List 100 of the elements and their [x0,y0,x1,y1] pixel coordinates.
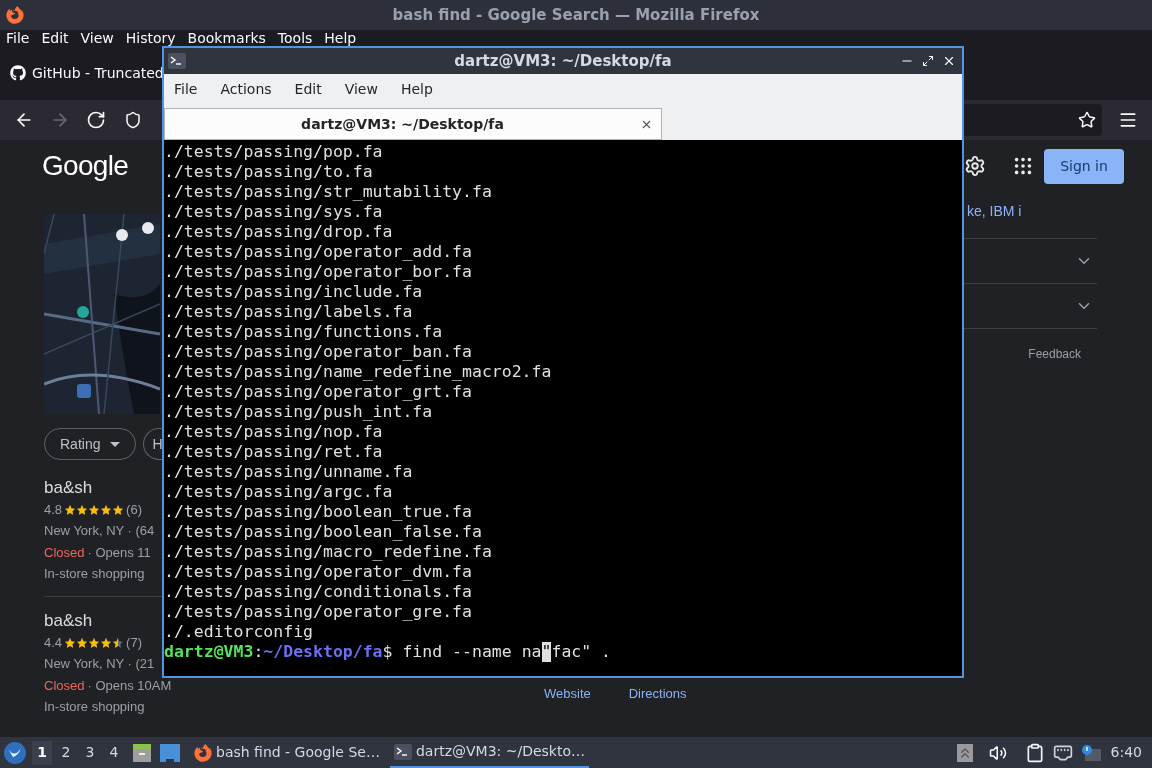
menu-item[interactable]: View [344,78,378,100]
terminal-line: ./tests/passing/operator_add.fa [164,242,473,262]
star-icon [88,504,101,516]
terminal-line: ./tests/passing/operator_bor.fa [164,262,473,282]
terminal-line: ./tests/passing/ret.fa [164,442,384,462]
place-name[interactable]: ba&sh [44,476,93,500]
bookmark-star-icon[interactable] [1078,111,1096,129]
window-title: dartz@VM3: ~/Desktop/fa [453,50,673,72]
feedback-link[interactable]: Feedback [1028,345,1081,363]
maximize-button[interactable] [922,55,934,67]
place-location: New York, NY · (64 [44,522,155,540]
star-icon [64,504,77,516]
open-status: Closed [44,677,85,695]
star-icon [88,637,101,649]
terminal-line: ./tests/passing/macro_redefine.fa [164,542,493,562]
menu-item[interactable]: Help [400,78,433,100]
menu-item[interactable]: File [174,78,198,100]
opening-hours: · Opens 11 [87,544,151,562]
action-link[interactable]: Directions [628,683,687,703]
menu-item[interactable]: History [125,30,176,46]
window-title: bash find - Google Search — Mozilla Firefox [391,4,761,26]
opening-hours: · Opens 10AM [87,677,172,695]
workspace-button[interactable]: 1 [32,740,52,765]
terminal-line: ./tests/passing/pop.fa [164,142,384,162]
taskbar-task[interactable]: bash find - Google Se… [190,737,384,768]
apps-grid-icon[interactable] [1012,155,1034,177]
settings-icon[interactable] [964,155,986,177]
star-icon [112,504,125,516]
terminal-line: ./tests/passing/functions.fa [164,322,444,342]
volume-icon[interactable] [988,743,1007,762]
command-text: fac" . [551,642,612,662]
start-menu-icon[interactable] [4,741,26,764]
menu-item[interactable]: Edit [41,30,69,46]
firefox-logo-icon [194,743,212,762]
action-link[interactable]: Website [544,683,591,703]
terminal-line: ./tests/passing/unname.fa [164,462,414,482]
workspace-button[interactable]: 4 [104,740,124,765]
notification-icon[interactable] [1080,743,1101,762]
terminal-line: ./tests/passing/operator_grt.fa [164,382,473,402]
taskbar-task[interactable]: dartz@VM3: ~/Deskto… [389,737,590,768]
terminal-line: ./tests/passing/conditionals.fa [164,582,473,602]
related-link[interactable]: ke, IBM i [963,201,1097,222]
menu-item[interactable]: Edit [294,78,322,100]
caret-icon [110,441,121,447]
terminal-line: ./tests/passing/operator_dvm.fa [164,562,473,582]
terminal-line: ./tests/passing/sys.fa [164,202,384,222]
star-icon [76,637,89,649]
terminal-tab[interactable]: dartz@VM3: ~/Desktop/fa [164,108,662,140]
workspace-button[interactable]: 2 [56,740,76,765]
reload-button[interactable] [86,110,106,130]
terminal-line: ./tests/passing/name_redefine_macro2.fa [164,362,553,382]
terminal-line: ./tests/passing/operator_gre.fa [164,602,473,622]
terminal-line: ./tests/passing/push_int.fa [164,402,434,422]
terminal-line: ./tests/passing/boolean_false.fa [164,522,483,542]
terminal-icon [393,743,412,760]
star-icon [76,504,89,516]
url-field[interactable] [962,104,1102,136]
workspace-button[interactable]: 3 [80,740,100,765]
menu-item[interactable]: File [6,30,30,46]
review-count: (6) [126,501,142,519]
terminal-line: ./.editorconfig [164,622,314,642]
menu-item[interactable]: Help [324,30,357,46]
rating-value: 4.8 [44,501,63,519]
sign-in-button[interactable]: Sign in [1044,148,1124,184]
prompt-path: ~/Desktop/fa [263,642,383,662]
browser-tab[interactable]: GitHub - Truncated [10,62,164,84]
terminal-line: ./tests/passing/drop.fa [164,222,394,242]
google-logo[interactable]: Google [42,145,129,187]
terminal-line: ./tests/passing/boolean_true.fa [164,502,473,522]
terminal-line: ./tests/passing/labels.fa [164,302,414,322]
close-button[interactable] [942,54,956,68]
menu-item[interactable]: Bookmarks [187,30,266,46]
menu-item[interactable]: View [80,30,114,46]
prompt-user: dartz@VM3 [164,642,254,662]
terminal-line: ./tests/passing/operator_ban.fa [164,342,473,362]
command-text: $ find --name na [382,642,542,662]
terminal-line: ./tests/passing/include.fa [164,282,424,302]
place-name[interactable]: ba&sh [44,609,93,633]
service-info: In-store shopping [44,565,145,583]
text-cursor: " [541,642,552,662]
terminal-line: ./tests/passing/nop.fa [164,422,384,442]
review-count: (7) [126,634,142,652]
file-cabinet-icon[interactable] [132,742,152,763]
shield-icon [124,111,142,129]
menu-item[interactable]: Actions [220,78,272,100]
menu-item[interactable]: Tools [277,30,313,46]
star-icon [64,637,77,649]
terminal-icon [168,53,186,69]
prompt-separator: : [253,642,264,662]
open-status: Closed [44,544,85,562]
place-location: New York, NY · (21 [44,655,155,673]
rating-value: 4.4 [44,634,63,652]
star-icon [100,637,113,649]
github-icon [10,65,26,81]
menu-icon[interactable] [1118,110,1138,130]
firefox-logo-icon [6,6,24,24]
desktop-icon[interactable] [160,743,180,762]
terminal-line: ./tests/passing/argc.fa [164,482,394,502]
terminal-line: ./tests/passing/to.fa [164,162,374,182]
clock: 6:40 [1110,743,1142,762]
